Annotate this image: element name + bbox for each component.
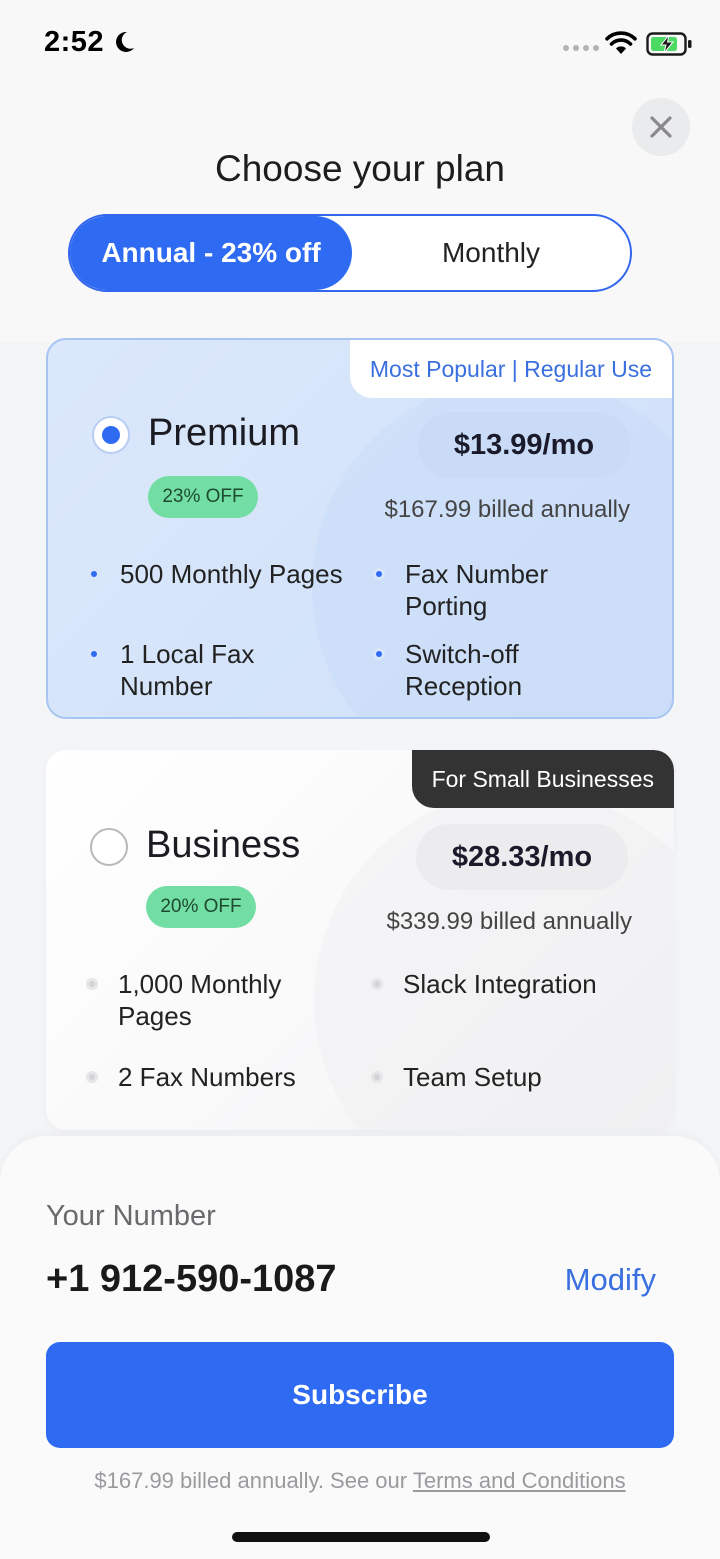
toggle-annual[interactable]: Annual - 23% off	[70, 216, 352, 290]
battery-charging-icon	[646, 32, 692, 56]
bullet-icon	[88, 568, 100, 580]
footnote-text: $167.99 billed annually. See our	[94, 1468, 413, 1493]
bullet-icon	[371, 1071, 383, 1083]
plan-name: Business	[146, 824, 301, 866]
plan-card-business[interactable]: For Small Businesses Business 20% OFF $2…	[46, 750, 674, 1130]
billed-text: $167.99 billed annually	[384, 496, 630, 523]
toggle-monthly[interactable]: Monthly	[352, 216, 630, 290]
page-title: Choose your plan	[214, 148, 506, 189]
billing-footnote: $167.99 billed annually. See our Terms a…	[0, 1468, 720, 1494]
bullet-icon	[371, 978, 383, 990]
billed-text: $339.99 billed annually	[386, 908, 632, 935]
bullet-icon	[88, 648, 100, 660]
header-area: 2:52 Choose your plan Annual - 23% off M…	[0, 0, 720, 342]
feature-item: Switch-off Reception	[371, 638, 631, 702]
price-pill: $13.99/mo	[418, 412, 630, 478]
feature-item: 1,000 Monthly Pages	[84, 968, 344, 1032]
price-pill: $28.33/mo	[416, 824, 628, 890]
discount-badge: 23% OFF	[148, 476, 258, 518]
feature-item: 1 Local Fax Number	[86, 638, 346, 702]
plan-radio[interactable]	[90, 828, 128, 866]
feature-item: 2 Fax Numbers	[84, 1061, 344, 1093]
bullet-icon	[373, 568, 385, 580]
billing-toggle: Annual - 23% off Monthly	[68, 214, 632, 292]
cellular-dots-icon	[563, 45, 599, 51]
bullet-icon	[373, 648, 385, 660]
plan-name: Premium	[148, 412, 301, 454]
moon-icon	[116, 31, 134, 52]
terms-link[interactable]: Terms and Conditions	[413, 1468, 626, 1493]
modify-link[interactable]: Modify	[565, 1262, 656, 1298]
feature-item: 500 Monthly Pages	[86, 558, 346, 590]
home-indicator[interactable]	[232, 1532, 490, 1542]
wifi-icon	[605, 31, 637, 54]
discount-badge: 20% OFF	[146, 886, 256, 928]
bullet-icon	[86, 1071, 98, 1083]
plan-tag: For Small Businesses	[411, 750, 674, 808]
feature-item: Team Setup	[369, 1061, 629, 1093]
subscribe-sheet: Your Number +1 912-590-1087 Modify Subsc…	[0, 1136, 720, 1559]
your-number-label: Your Number	[46, 1200, 216, 1232]
feature-item: Slack Integration	[369, 968, 629, 1000]
subscribe-button[interactable]: Subscribe	[46, 1342, 674, 1448]
close-icon	[650, 116, 672, 138]
bullet-icon	[86, 978, 98, 990]
plan-tag: Most Popular | Regular Use	[349, 340, 672, 398]
feature-item: Fax Number Porting	[371, 558, 631, 622]
status-time: 2:52	[44, 26, 105, 58]
status-bar: 2:52	[0, 0, 720, 90]
plan-card-premium[interactable]: Most Popular | Regular Use Premium 23% O…	[46, 338, 674, 719]
phone-number: +1 912-590-1087	[46, 1258, 337, 1300]
plan-radio[interactable]	[92, 416, 130, 454]
